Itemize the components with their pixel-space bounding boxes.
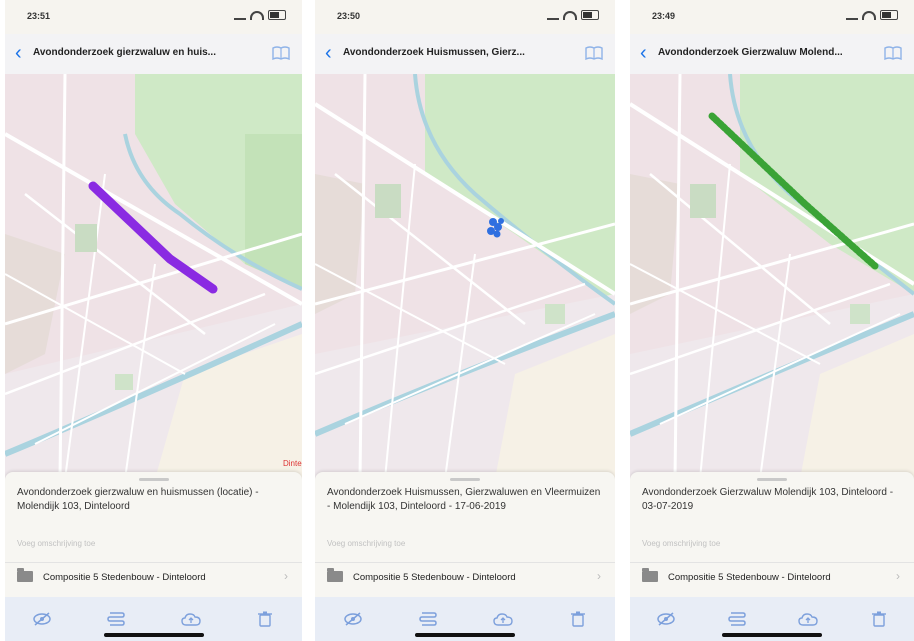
- status-icons: [846, 10, 898, 20]
- sheet-grabber[interactable]: [450, 478, 480, 481]
- home-indicator: [722, 633, 822, 637]
- battery-icon: [581, 10, 599, 20]
- cloud-upload-icon[interactable]: [180, 609, 201, 629]
- chevron-right-icon: ›: [597, 569, 601, 583]
- status-time: 23:50: [337, 11, 361, 21]
- folder-row[interactable]: Compositie 5 Stedenbouw - Dinteloord ›: [315, 562, 615, 591]
- folder-row[interactable]: Compositie 5 Stedenbouw - Dinteloord ›: [630, 562, 914, 591]
- folder-name: Compositie 5 Stedenbouw - Dinteloord: [43, 572, 206, 583]
- sheet-grabber[interactable]: [138, 478, 169, 481]
- home-indicator: [415, 633, 515, 637]
- screenshot-1: 23:51 ‹ Avondonderzoek gierzwaluw en hui…: [5, 0, 302, 641]
- status-time: 23:49: [652, 11, 676, 21]
- status-icons: [547, 10, 599, 20]
- track-description: Avondonderzoek Gierzwaluw Molendijk 103,…: [642, 487, 894, 512]
- battery-icon: [268, 10, 286, 20]
- screenshot-2: 23:50 ‹ Avondonderzoek Huismussen, Gierz…: [315, 0, 615, 641]
- status-bar: 23:49: [630, 0, 914, 34]
- wifi-icon: [862, 10, 876, 20]
- trash-icon[interactable]: [568, 609, 588, 629]
- map-book-icon[interactable]: [585, 46, 603, 60]
- folder-name: Compositie 5 Stedenbouw - Dinteloord: [353, 572, 516, 583]
- info-sheet: Avondonderzoek Huismussen, Gierzwaluwen …: [315, 472, 615, 597]
- nav-title: Avondonderzoek Huismussen, Gierz...: [343, 47, 525, 58]
- signal-icon: [846, 10, 858, 20]
- description-placeholder[interactable]: Voeg omschrijving toe: [642, 539, 720, 548]
- cloud-upload-icon[interactable]: [797, 609, 818, 629]
- status-bar: 23:51: [5, 0, 302, 34]
- map-label: Dintel: [283, 459, 302, 468]
- nav-bar: ‹ Avondonderzoek gierzwaluw en huis...: [5, 34, 302, 75]
- folder-name: Compositie 5 Stedenbouw - Dinteloord: [668, 572, 831, 583]
- trash-icon[interactable]: [869, 609, 889, 629]
- chevron-right-icon: ›: [896, 569, 900, 583]
- back-chevron-icon[interactable]: ‹: [640, 42, 647, 64]
- nav-bar: ‹ Avondonderzoek Gierzwaluw Molend...: [630, 34, 914, 75]
- status-icons: [234, 10, 286, 20]
- folder-icon: [17, 568, 33, 582]
- track-description: Avondonderzoek gierzwaluw en huismussen …: [17, 487, 259, 512]
- back-chevron-icon[interactable]: ‹: [15, 42, 22, 64]
- map-book-icon[interactable]: [884, 46, 902, 60]
- eye-slash-icon[interactable]: [32, 609, 52, 629]
- signal-icon: [547, 10, 559, 20]
- map-view[interactable]: [315, 74, 615, 479]
- cloud-upload-icon[interactable]: [492, 609, 513, 629]
- back-chevron-icon[interactable]: ‹: [325, 42, 332, 64]
- map-view[interactable]: Dintel: [5, 74, 302, 479]
- folder-row[interactable]: Compositie 5 Stedenbouw - Dinteloord ›: [5, 562, 302, 591]
- info-sheet: Avondonderzoek gierzwaluw en huismussen …: [5, 472, 302, 597]
- info-sheet: Avondonderzoek Gierzwaluw Molendijk 103,…: [630, 472, 914, 597]
- nav-bar: ‹ Avondonderzoek Huismussen, Gierz...: [315, 34, 615, 75]
- route-icon[interactable]: [418, 609, 438, 629]
- screenshot-3: 23:49 ‹ Avondonderzoek Gierzwaluw Molend…: [630, 0, 914, 641]
- map-view[interactable]: [630, 74, 914, 479]
- track-description: Avondonderzoek Huismussen, Gierzwaluwen …: [327, 487, 601, 512]
- battery-icon: [880, 10, 898, 20]
- folder-icon: [642, 568, 658, 582]
- description-placeholder[interactable]: Voeg omschrijving toe: [17, 539, 95, 548]
- description-placeholder[interactable]: Voeg omschrijving toe: [327, 539, 405, 548]
- trash-icon[interactable]: [255, 609, 275, 629]
- sheet-grabber[interactable]: [757, 478, 787, 481]
- status-bar: 23:50: [315, 0, 615, 34]
- wifi-icon: [250, 10, 264, 20]
- map-book-icon[interactable]: [272, 46, 290, 60]
- signal-icon: [234, 10, 246, 20]
- chevron-right-icon: ›: [284, 569, 288, 583]
- wifi-icon: [563, 10, 577, 20]
- nav-title: Avondonderzoek Gierzwaluw Molend...: [658, 47, 843, 58]
- route-icon[interactable]: [106, 609, 126, 629]
- home-indicator: [103, 633, 204, 637]
- status-time: 23:51: [27, 11, 51, 21]
- route-icon[interactable]: [727, 609, 747, 629]
- folder-icon: [327, 568, 343, 582]
- eye-slash-icon[interactable]: [343, 609, 363, 629]
- eye-slash-icon[interactable]: [656, 609, 676, 629]
- nav-title: Avondonderzoek gierzwaluw en huis...: [33, 47, 216, 58]
